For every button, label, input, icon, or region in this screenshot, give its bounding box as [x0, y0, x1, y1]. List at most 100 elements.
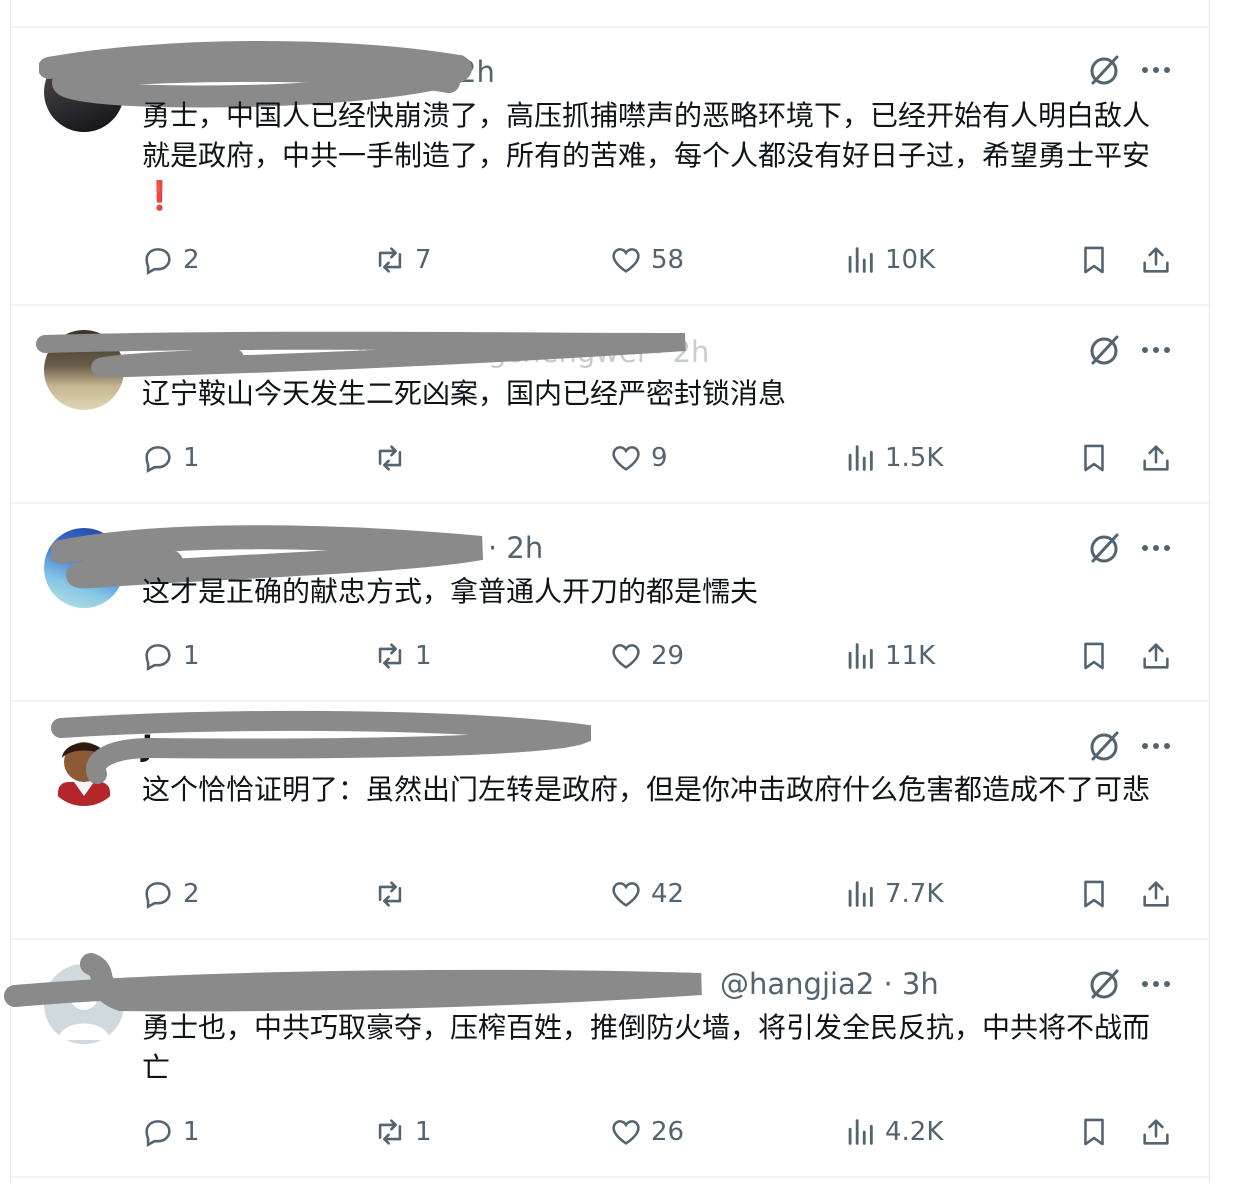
heart-icon [612, 1120, 640, 1145]
like-count: 42 [651, 879, 685, 909]
reply-icon [145, 644, 171, 671]
bookmark-icon [1084, 246, 1104, 274]
like-button[interactable]: 9 [609, 438, 668, 478]
avatar[interactable] [44, 964, 124, 1044]
reply-icon [145, 248, 171, 275]
share-icon [1143, 881, 1169, 907]
views-button[interactable]: 1.5K [843, 438, 943, 478]
share-icon [1143, 1119, 1169, 1145]
reply-button[interactable]: 1 [141, 1112, 200, 1152]
handle-and-time: @woxiangchengwei · 2h [357, 335, 710, 369]
like-button[interactable]: 58 [609, 240, 684, 280]
grok-icon[interactable] [1087, 966, 1123, 1002]
timestamp: · 2h [488, 531, 544, 565]
heart-icon [612, 882, 640, 907]
bookmark-button[interactable] [1077, 1112, 1111, 1152]
view-count: 7.7K [885, 879, 944, 909]
more-icon[interactable] [1139, 531, 1173, 565]
avatar[interactable] [44, 330, 124, 410]
views-icon [848, 445, 873, 471]
repost-icon [378, 445, 402, 471]
bookmark-button[interactable] [1077, 240, 1111, 280]
reply-button[interactable]: 1 [141, 636, 200, 676]
reply-text-body: 勇士，中国人已经快崩溃了，高压抓捕噤声的恶略环境下，已经开始有人明白敌人就是政府… [142, 99, 1151, 172]
repost-icon [378, 881, 402, 907]
grok-icon[interactable] [1087, 728, 1123, 764]
views-button[interactable]: 7.7K [843, 874, 943, 914]
reply-feed: 2h 勇士，中国人已经快崩溃了，高压抓捕噤声的恶略环境下，已经开始有人明白敌人就… [4, 0, 1210, 1184]
share-button[interactable] [1139, 874, 1173, 914]
reply-button[interactable]: 1 [141, 438, 200, 478]
reply-text: 勇士也，中共巧取豪夺，压榨百姓，推倒防火墙，将引发全民反抗，中共将不战而亡 [142, 1011, 1151, 1084]
bookmark-button[interactable] [1077, 438, 1111, 478]
reply-item[interactable]: · 2h 这才是正确的献忠方式，拿普通人开刀的都是懦夫 1 1 29 11K [11, 504, 1209, 702]
timestamp: 2h [458, 55, 495, 89]
avatar[interactable] [44, 52, 124, 132]
grok-icon[interactable] [1087, 530, 1123, 566]
action-bar: 1 9 1.5K [141, 438, 1181, 478]
share-button[interactable] [1139, 636, 1173, 676]
reply-count: 2 [183, 879, 200, 909]
heart-icon [612, 446, 640, 471]
reply-icon [145, 882, 171, 909]
exclamation-emoji: ❗ [142, 179, 177, 212]
reply-item[interactable]: @woxiangchengwei · 2h 辽宁鞍山今天发生二死凶案，国内已经严… [11, 306, 1209, 504]
display-name: Jonesun [142, 729, 272, 763]
reply-text: 勇士，中国人已经快崩溃了，高压抓捕噤声的恶略环境下，已经开始有人明白敌人就是政府… [142, 96, 1172, 216]
repost-button[interactable] [373, 874, 415, 914]
grok-icon[interactable] [1087, 332, 1123, 368]
avatar[interactable] [44, 528, 124, 608]
repost-icon [378, 1119, 402, 1145]
repost-button[interactable] [373, 438, 415, 478]
bookmark-icon [1084, 642, 1104, 670]
repost-button[interactable]: 1 [373, 636, 432, 676]
handle-and-time: @hangjia2 · 3h [720, 967, 939, 1001]
share-button[interactable] [1139, 240, 1173, 280]
view-count: 10K [885, 245, 936, 275]
more-icon[interactable] [1139, 53, 1173, 87]
view-count: 11K [885, 641, 936, 671]
reply-count: 1 [183, 443, 200, 473]
reply-item[interactable]: 2h 勇士，中国人已经快崩溃了，高压抓捕噤声的恶略环境下，已经开始有人明白敌人就… [11, 28, 1209, 306]
action-bar: 2 7 58 10K [141, 240, 1181, 280]
like-button[interactable]: 29 [609, 636, 684, 676]
reply-button[interactable]: 2 [141, 874, 200, 914]
reply-item[interactable]: @hangjia2 · 3h 勇士也，中共巧取豪夺，压榨百姓，推倒防火墙，将引发… [4, 940, 1209, 1178]
reply-item[interactable]: Jonesun 这个恰恰证明了：虽然出门左转是政府，但是你冲击政府什么危害都造成… [11, 702, 1209, 940]
heart-icon [612, 644, 640, 669]
like-count: 26 [651, 1117, 685, 1147]
reply-button[interactable]: 2 [141, 240, 200, 280]
more-icon[interactable] [1139, 729, 1173, 763]
repost-button[interactable]: 7 [373, 240, 432, 280]
repost-count: 7 [415, 245, 432, 275]
share-button[interactable] [1139, 438, 1173, 478]
share-icon [1143, 643, 1169, 669]
share-button[interactable] [1139, 1112, 1173, 1152]
repost-count: 1 [415, 1117, 432, 1147]
default-avatar-icon [58, 982, 110, 1040]
avatar[interactable] [44, 726, 124, 806]
more-icon[interactable] [1139, 967, 1173, 1001]
bookmark-icon [1084, 444, 1104, 472]
bookmark-button[interactable] [1077, 636, 1111, 676]
share-icon [1143, 445, 1169, 471]
more-icon[interactable] [1139, 333, 1173, 367]
repost-button[interactable]: 1 [373, 1112, 432, 1152]
views-button[interactable]: 4.2K [843, 1112, 943, 1152]
views-icon [848, 881, 873, 907]
like-button[interactable]: 42 [609, 874, 684, 914]
grok-icon[interactable] [1087, 52, 1123, 88]
like-count: 9 [651, 443, 668, 473]
bookmark-button[interactable] [1077, 874, 1111, 914]
reply-count: 1 [183, 641, 200, 671]
repost-icon [378, 247, 402, 273]
bookmark-icon [1084, 1118, 1104, 1146]
repost-icon [378, 643, 402, 669]
like-button[interactable]: 26 [609, 1112, 684, 1152]
action-bar: 1 1 29 11K [141, 636, 1181, 676]
share-icon [1143, 247, 1169, 273]
reply-count: 2 [183, 245, 200, 275]
like-count: 29 [651, 641, 685, 671]
views-button[interactable]: 11K [843, 636, 935, 676]
views-button[interactable]: 10K [843, 240, 935, 280]
